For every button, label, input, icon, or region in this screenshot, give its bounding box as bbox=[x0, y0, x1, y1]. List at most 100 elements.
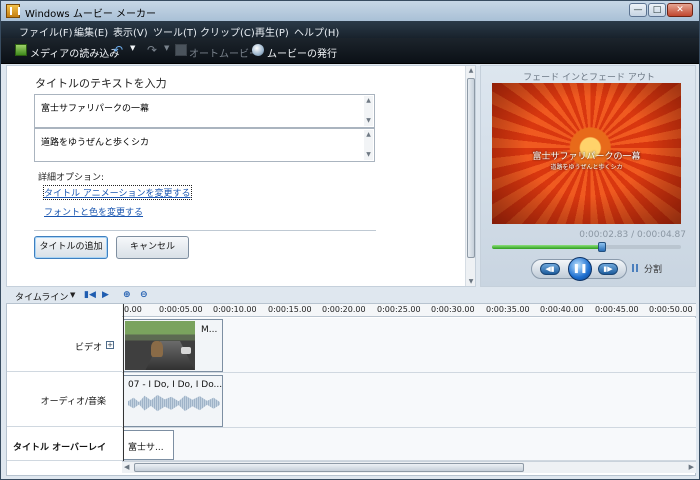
import-media-icon bbox=[15, 44, 27, 56]
title-overlay-track-header: タイトル オーバーレイ bbox=[7, 428, 122, 461]
scroll-right-icon[interactable]: ▶ bbox=[689, 463, 694, 471]
chevron-down-icon[interactable]: ▼ bbox=[70, 291, 75, 299]
scroll-down-icon[interactable]: ▼ bbox=[365, 118, 372, 124]
ruler-tick: 0:00:25.00 bbox=[377, 305, 421, 314]
audio-track-label: オーディオ/音楽 bbox=[40, 397, 106, 407]
title-text-scrollbar[interactable]: ▲ ▼ bbox=[364, 96, 373, 126]
title-overlay-track: 富士サ... bbox=[122, 428, 696, 461]
change-font-color-link[interactable]: フォントと色を変更する bbox=[44, 205, 143, 218]
car-graphic bbox=[181, 347, 191, 354]
preview-monitor: 富士サファリパークの一幕 道路をゆうぜんと歩くシカ bbox=[492, 83, 681, 224]
redo-dropdown-icon[interactable]: ▼ bbox=[164, 44, 169, 52]
undo-icon[interactable]: ↶ bbox=[113, 43, 123, 57]
menu-help[interactable]: ヘルプ(H) bbox=[294, 24, 339, 39]
more-options-label: 詳細オプション: bbox=[38, 173, 105, 183]
video-track: M... bbox=[122, 318, 696, 373]
split-icon[interactable] bbox=[632, 264, 640, 272]
title-entry-panel: タイトルのテキストを入力 富士サファリパークの一幕 ▲ ▼ 道路をゆうぜんと歩く… bbox=[6, 65, 476, 287]
timeline: 0.00 0:00:05.00 0:00:10.00 0:00:15.00 0:… bbox=[6, 303, 696, 476]
ruler-tick: 0:00:05.00 bbox=[159, 305, 203, 314]
ruler-tick: 0:00:10.00 bbox=[213, 305, 257, 314]
audio-clip[interactable]: 07 - I Do, I Do, I Do... bbox=[123, 375, 223, 427]
window-title: Windows ムービー メーカー bbox=[25, 9, 156, 20]
subtitle-text-input[interactable]: 道路をゆうぜんと歩くシカ ▲ ▼ bbox=[34, 128, 375, 162]
menu-play[interactable]: 再生(P) bbox=[255, 24, 289, 39]
rewind-timeline-icon[interactable]: ▮◀ bbox=[84, 290, 96, 300]
menu-tools[interactable]: ツール(T) bbox=[153, 24, 197, 39]
cancel-button[interactable]: キャンセル bbox=[116, 236, 189, 259]
audio-track-header: オーディオ/音楽 bbox=[7, 373, 122, 427]
ruler-tick: 0:00:45.00 bbox=[595, 305, 639, 314]
transition-name-label: フェード インとフェード アウト bbox=[523, 73, 655, 83]
video-clip-label: M... bbox=[201, 325, 218, 335]
split-button[interactable]: 分割 bbox=[644, 262, 662, 275]
seek-progress bbox=[492, 245, 602, 249]
video-clip[interactable]: M... bbox=[123, 319, 223, 372]
minimize-button[interactable]: — bbox=[629, 3, 647, 17]
toolbar: メディアの読み込み ↶ ▼ ↷ ▼ オートムービー ムービーの発行 bbox=[1, 38, 699, 64]
divider bbox=[34, 230, 376, 231]
title-text-line1: 富士サファリパークの一幕 bbox=[41, 104, 150, 114]
title-text-input[interactable]: 富士サファリパークの一幕 ▲ ▼ bbox=[34, 94, 375, 128]
timeline-toolbar: タイムライン ▼ ▮◀ ▶ ⊕ ⊖ bbox=[6, 287, 696, 303]
timecode-display: 0:00:02.83 / 0:00:04.87 bbox=[579, 230, 686, 240]
timeline-view-dropdown[interactable]: タイムライン bbox=[15, 290, 68, 303]
scroll-up-icon[interactable]: ▲ bbox=[365, 132, 372, 138]
menu-bar: ファイル(F) 編集(E) 表示(V) ツール(T) クリップ(C) 再生(P)… bbox=[1, 21, 699, 39]
video-clip-thumbnail bbox=[125, 321, 195, 370]
playhead[interactable] bbox=[123, 304, 124, 461]
scroll-down-icon[interactable]: ▼ bbox=[365, 152, 372, 158]
pause-icon[interactable]: ❚❚ bbox=[568, 257, 592, 281]
video-track-header: ビデオ + bbox=[7, 318, 122, 372]
redo-icon[interactable]: ↷ bbox=[147, 43, 157, 57]
audio-clip-label: 07 - I Do, I Do, I Do... bbox=[128, 380, 223, 390]
scroll-up-icon[interactable]: ▲ bbox=[365, 98, 372, 104]
ruler-tick: 0:00:35.00 bbox=[486, 305, 530, 314]
ruler-tick: 0.00 bbox=[124, 305, 142, 314]
publish-movie-button[interactable]: ムービーの発行 bbox=[267, 45, 337, 60]
publish-disc-icon bbox=[252, 44, 264, 56]
title-clip[interactable]: 富士サ... bbox=[123, 430, 174, 460]
previous-frame-icon[interactable]: ◀▮ bbox=[540, 263, 560, 275]
automovie-icon bbox=[175, 44, 187, 56]
panel-scrollbar[interactable]: ▲ ▼ bbox=[465, 66, 475, 286]
scroll-left-icon[interactable]: ◀ bbox=[124, 463, 129, 471]
ruler-tick: 0:00:40.00 bbox=[540, 305, 584, 314]
scroll-down-icon[interactable]: ▼ bbox=[467, 278, 475, 285]
play-timeline-icon[interactable]: ▶ bbox=[102, 290, 109, 300]
zoom-out-icon[interactable]: ⊖ bbox=[140, 290, 148, 300]
close-button[interactable]: ✕ bbox=[667, 3, 693, 17]
menu-clip[interactable]: クリップ(C) bbox=[200, 24, 255, 39]
ruler-tick: 0:00:20.00 bbox=[322, 305, 366, 314]
ruler-tick: 0:00:15.00 bbox=[268, 305, 312, 314]
import-media-button[interactable]: メディアの読み込み bbox=[30, 45, 119, 60]
undo-dropdown-icon[interactable]: ▼ bbox=[130, 44, 135, 52]
deer-graphic bbox=[151, 341, 163, 357]
maximize-button[interactable]: □ bbox=[648, 3, 666, 17]
zoom-in-icon[interactable]: ⊕ bbox=[123, 290, 131, 300]
scroll-up-icon[interactable]: ▲ bbox=[467, 67, 475, 74]
preview-panel: フェード インとフェード アウト 富士サファリパークの一幕 道路をゆうぜんと歩く… bbox=[480, 65, 696, 287]
menu-edit[interactable]: 編集(E) bbox=[74, 24, 108, 39]
menu-view[interactable]: 表示(V) bbox=[113, 24, 148, 39]
timeline-horizontal-scrollbar[interactable]: ◀ ▶ bbox=[122, 461, 696, 473]
change-title-animation-link[interactable]: タイトル アニメーションを変更する bbox=[43, 185, 192, 200]
scrollbar-thumb[interactable] bbox=[467, 78, 475, 258]
subtitle-text-scrollbar[interactable]: ▲ ▼ bbox=[364, 130, 373, 160]
title-text-line2: 道路をゆうぜんと歩くシカ bbox=[41, 138, 150, 148]
menu-file[interactable]: ファイル(F) bbox=[19, 24, 73, 39]
app-window: Windows ムービー メーカー — □ ✕ ファイル(F) 編集(E) 表示… bbox=[0, 0, 700, 480]
automovie-button[interactable]: オートムービー bbox=[189, 45, 259, 60]
expand-plus-icon[interactable]: + bbox=[106, 341, 114, 349]
seek-thumb[interactable] bbox=[597, 242, 606, 252]
video-track-label: ビデオ bbox=[74, 343, 102, 353]
ruler-tick: 0:00:50.00 bbox=[649, 305, 693, 314]
playback-controls: ◀▮ ❚❚ ▮▶ bbox=[531, 257, 627, 281]
add-title-button[interactable]: タイトルの追加 bbox=[34, 236, 108, 259]
overlay-title-text: 富士サファリパークの一幕 bbox=[532, 152, 641, 162]
scrollbar-thumb[interactable] bbox=[134, 463, 524, 472]
title-clip-label: 富士サ... bbox=[128, 443, 164, 453]
seek-bar[interactable] bbox=[492, 242, 681, 252]
next-frame-icon[interactable]: ▮▶ bbox=[598, 263, 618, 275]
title-overlay-track-label: タイトル オーバーレイ bbox=[12, 443, 106, 453]
